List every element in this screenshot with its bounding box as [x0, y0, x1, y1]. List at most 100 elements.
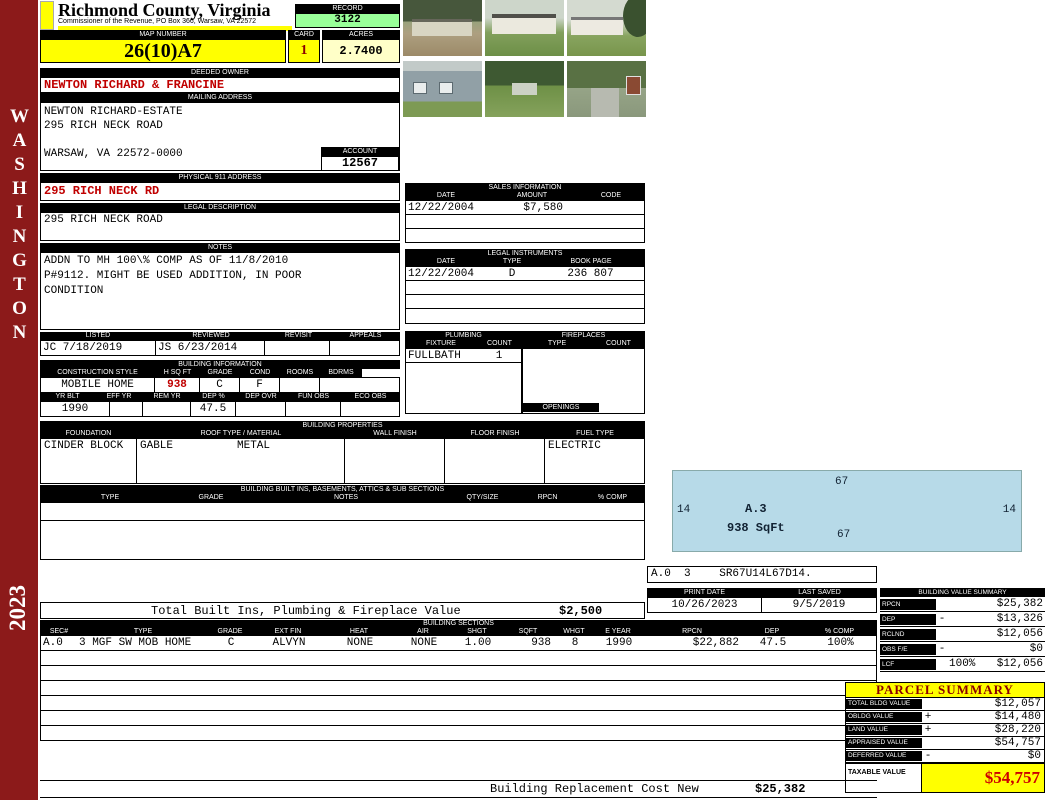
sale-code [577, 201, 644, 215]
ps-op: + [924, 724, 932, 736]
property-photo-5[interactable] [485, 60, 564, 117]
bvs-label: LCF [880, 658, 936, 670]
taxable-value: $54,757 [922, 764, 1044, 792]
bs-dep: 47.5 [759, 637, 787, 649]
account-value: 12567 [321, 156, 399, 171]
bvs-label: RPCN [880, 598, 936, 610]
ps-row-deferred: DEFERRED VALUE - $0 [845, 750, 1045, 763]
physical-911-label: PHYSICAL 911 ADDRESS [40, 173, 400, 182]
appeals-value [330, 341, 399, 355]
photo-window-shape [439, 81, 453, 94]
bs-col-grade: GRADE [217, 628, 243, 635]
accent-bar-left [40, 1, 54, 30]
bvs-value: $25,382 [996, 598, 1043, 610]
acres-value: 2.7400 [322, 39, 400, 63]
plumbing-col-fixture: FIXTURE [426, 340, 456, 347]
bs-heat: NONE [346, 637, 374, 649]
photo-mobile-home-shape [412, 19, 472, 36]
replacement-cost-value: $25,382 [755, 782, 806, 796]
sketch-code: SR67U14L67D14. [719, 568, 812, 580]
bvs-extra: 100% [949, 658, 976, 670]
property-record-card: WASHINGTON 2023 Richmond County, Virgini… [0, 0, 1050, 800]
deeded-owner-value: NEWTON RICHARD & FRANCINE [40, 77, 400, 93]
bs-col-whgt: WHGT [563, 628, 585, 635]
instrument-type: D [508, 268, 516, 280]
ps-value: $54,757 [994, 737, 1041, 749]
property-photo-2[interactable] [485, 0, 564, 56]
bs-pctcomp: 100% [827, 637, 854, 649]
rooms-value [280, 378, 320, 392]
bs-col-dep: DEP [764, 628, 780, 635]
bs-col-eyear: E YEAR [605, 628, 631, 635]
notes-line-1: ADDN TO MH 100\% COMP AS OF 11/8/2010 [44, 255, 289, 267]
ps-op: + [924, 711, 932, 723]
mailing-line-blank [44, 133, 399, 147]
foundation-value: CINDER BLOCK [41, 439, 137, 483]
dep-ovr-label: DEP OVR [245, 393, 277, 400]
property-photo-4[interactable] [403, 60, 482, 117]
property-photo-3[interactable] [567, 0, 646, 56]
empty-row [406, 295, 644, 309]
sketch-vector-strip: A.0 3 SR67U14L67D14. [647, 566, 877, 583]
sale-amount: $7,580 [523, 202, 563, 214]
notes-box: ADDN TO MH 100\% COMP AS OF 11/8/2010 P#… [40, 252, 400, 330]
built-ins-col-qty: QTY/SIZE [466, 494, 499, 501]
empty-row [41, 666, 876, 681]
bs-col-shgt: SHGT [467, 628, 487, 635]
fuel-type-value: ELECTRIC [548, 440, 601, 452]
sketch-dim-top: 67 [835, 476, 849, 488]
empty-row [406, 229, 644, 242]
property-photo-6[interactable] [567, 60, 646, 117]
building-sections-title: BUILDING SECTIONS [40, 620, 877, 628]
appeals-label: APPEALS [349, 332, 382, 339]
bvs-label: RCLND [880, 628, 936, 640]
empty-row [41, 726, 876, 740]
legal-instruments-section: LEGAL INSTRUMENTS DATE TYPE BOOK PAGE 12… [405, 249, 645, 324]
building-sections-body: A.0 3 MGF SW MOB HOME C ALVYN NONE NONE … [40, 636, 877, 741]
ps-label: OBLDG VALUE [846, 712, 922, 722]
bvs-value: $13,326 [996, 613, 1043, 625]
ps-value: $12,057 [994, 698, 1041, 710]
sales-col-date: DATE [436, 192, 456, 199]
ps-row-appraised: APPRAISED VALUE $54,757 [845, 737, 1045, 750]
mailing-line-1: NEWTON RICHARD-ESTATE [44, 106, 183, 118]
plumbing-body: FULLBATH 1 [405, 348, 522, 414]
property-photo-1[interactable] [403, 0, 482, 56]
sketch-section-label: A.3 [745, 502, 767, 516]
roof-value: GABLE METAL [137, 439, 345, 483]
revisit-label: REVISIT [284, 332, 313, 339]
floor-finish-value [445, 439, 545, 483]
bs-air: NONE [410, 637, 438, 649]
yr-blt-value: 1990 [41, 402, 110, 416]
legal-col-bookpage: BOOK PAGE [570, 258, 612, 265]
photo-building-shape [571, 17, 623, 35]
eco-obs-label: ECO OBS [354, 393, 387, 400]
sketch-dim-bottom: 67 [837, 529, 851, 541]
fuel-type-label: FUEL TYPE [576, 430, 614, 437]
bvs-value: $0 [1029, 643, 1043, 655]
legal-col-type: TYPE [502, 258, 522, 265]
photo-sign-shape [626, 75, 641, 95]
bvs-label: OBS F/E [880, 643, 936, 655]
legal-col-date: DATE [436, 258, 456, 265]
bs-shgt: 1.00 [464, 637, 492, 649]
tax-year: 2023 [5, 585, 30, 631]
bs-col-extfin: EXT FIN [274, 628, 302, 635]
empty-row [406, 215, 644, 229]
record-value: 3122 [295, 13, 400, 28]
built-ins-title: BUILDING BUILT INS, BASEMENTS, ATTICS & … [40, 485, 645, 494]
sales-information-section: SALES INFORMATION DATE AMOUNT CODE 12/22… [405, 183, 645, 243]
fun-obs-value [286, 402, 341, 416]
empty-row [41, 503, 644, 521]
commissioner-line: Commissioner of the Revenue, PO Box 366,… [58, 18, 257, 25]
legal-instruments-title: LEGAL INSTRUMENTS [405, 249, 645, 258]
sales-body: 12/22/2004 $7,580 [405, 200, 645, 243]
bvs-value: $12,056 [996, 628, 1043, 640]
notes-line-3: CONDITION [44, 285, 104, 297]
yr-blt-label: YR BLT [55, 393, 80, 400]
bvs-op: - [938, 613, 946, 625]
bvs-row-dep: DEP - $13,326 [880, 612, 1045, 627]
empty-row [41, 696, 876, 711]
plumbing-row: FULLBATH 1 [406, 349, 521, 363]
ps-row-total-bldg: TOTAL BLDG VALUE $12,057 [845, 698, 1045, 711]
